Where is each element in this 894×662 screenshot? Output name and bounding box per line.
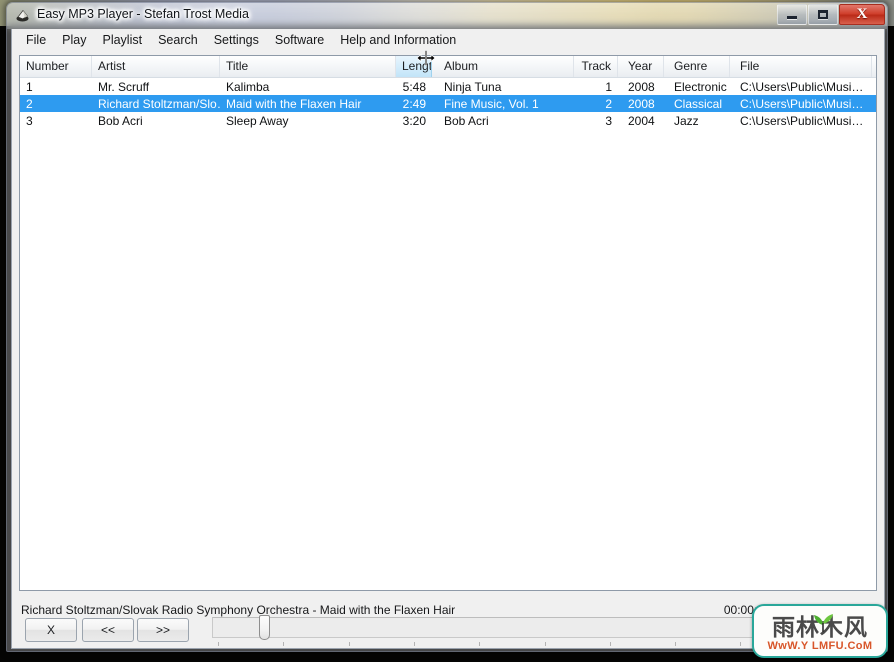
table-row[interactable]: 2 Richard Stoltzman/Slo… Maid with the Fla… xyxy=(20,95,876,112)
cell-file: C:\Users\Public\Musi… xyxy=(740,79,864,94)
slider-tick xyxy=(675,642,677,646)
cell-title: Sleep Away xyxy=(226,113,289,128)
playlist-header-row: NumberArtistTitleLengthAlbumTrackYearGen… xyxy=(20,56,876,78)
cell-album: Bob Acri xyxy=(444,113,489,128)
cell-genre: Jazz xyxy=(674,113,699,128)
column-header-year[interactable]: Year xyxy=(618,56,664,77)
client-area: File Play Playlist Search Settings Software He… xyxy=(11,29,885,649)
cell-title: Maid with the Flaxen Hair xyxy=(226,96,362,111)
slider-tick xyxy=(218,642,219,646)
window-controls: X xyxy=(777,4,885,25)
menu-item-search[interactable]: Search xyxy=(150,31,206,49)
menu-item-playlist[interactable]: Playlist xyxy=(94,31,150,49)
cell-artist: Mr. Scruff xyxy=(98,79,150,94)
cell-length: 2:49 xyxy=(402,96,426,111)
application-window: Easy MP3 Player - Stefan Trost Media X F… xyxy=(6,2,888,652)
cell-length: 3:20 xyxy=(402,113,426,128)
leaf-icon xyxy=(814,614,833,632)
table-row[interactable]: 3 Bob Acri Sleep Away 3:20 Bob Acri 3 2004 Jazz… xyxy=(20,112,876,129)
cell-year: 2008 xyxy=(628,96,655,111)
cell-file: C:\Users\Public\Musi… xyxy=(740,96,864,111)
maximize-icon xyxy=(818,10,828,19)
column-header-title[interactable]: Title xyxy=(220,56,396,77)
playlist-listview[interactable]: NumberArtistTitleLengthAlbumTrackYearGen… xyxy=(19,55,877,591)
slider-tick xyxy=(348,642,350,646)
column-header-file[interactable]: File xyxy=(730,56,872,77)
menu-item-help-and-information[interactable]: Help and Information xyxy=(332,31,464,49)
slider-tick xyxy=(740,642,742,646)
cell-artist: Richard Stoltzman/Slo… xyxy=(98,96,220,111)
cell-artist: Bob Acri xyxy=(98,113,143,128)
cell-number: 1 xyxy=(26,79,33,94)
title-bar[interactable]: Easy MP3 Player - Stefan Trost Media X xyxy=(7,3,887,29)
cell-length: 5:48 xyxy=(402,79,426,94)
cell-year: 2008 xyxy=(628,79,655,94)
cell-album: Fine Music, Vol. 1 xyxy=(444,96,539,111)
slider-tick xyxy=(479,642,481,646)
column-header-artist[interactable]: Artist xyxy=(92,56,220,77)
window-title: Easy MP3 Player - Stefan Trost Media xyxy=(37,7,249,21)
cell-album: Ninja Tuna xyxy=(444,79,502,94)
cell-track: 3 xyxy=(605,113,612,128)
column-header-number[interactable]: Number xyxy=(20,56,92,77)
maximize-button[interactable] xyxy=(808,4,838,25)
app-icon xyxy=(16,9,29,22)
menu-item-settings[interactable]: Settings xyxy=(206,31,267,49)
seek-slider-thumb[interactable] xyxy=(258,615,270,640)
menu-item-software[interactable]: Software xyxy=(267,31,332,49)
table-row[interactable]: 1 Mr. Scruff Kalimba 5:48 Ninja Tuna 1 2008 Ele… xyxy=(20,78,876,95)
previous-button[interactable]: << xyxy=(82,618,134,642)
column-header-genre[interactable]: Genre xyxy=(664,56,730,77)
column-header-length[interactable]: Length xyxy=(396,56,432,77)
minimize-button[interactable] xyxy=(777,4,807,25)
column-header-track[interactable]: Track xyxy=(574,56,618,77)
watermark-url: WwW.Y LMFU.CoM xyxy=(767,640,873,652)
cell-genre: Electronic xyxy=(674,79,727,94)
cell-year: 2004 xyxy=(628,113,655,128)
close-button[interactable]: X xyxy=(839,4,885,25)
slider-tick xyxy=(544,642,546,646)
close-icon: X xyxy=(856,6,868,22)
stop-button[interactable]: X xyxy=(25,618,77,642)
menu-item-play[interactable]: Play xyxy=(54,31,94,49)
slider-tick xyxy=(283,642,285,646)
cell-title: Kalimba xyxy=(226,79,270,94)
minimize-icon xyxy=(787,16,797,19)
cell-number: 3 xyxy=(26,113,33,128)
menu-bar: File Play Playlist Search Settings Software He… xyxy=(12,29,884,50)
cell-number: 2 xyxy=(26,96,33,111)
cell-track: 2 xyxy=(605,96,612,111)
column-header-album[interactable]: Album xyxy=(432,56,574,77)
cell-track: 1 xyxy=(605,79,612,94)
cell-file: C:\Users\Public\Musi… xyxy=(740,113,864,128)
menu-item-file[interactable]: File xyxy=(18,31,54,49)
slider-tick xyxy=(609,642,611,646)
playlist-rows: 1 Mr. Scruff Kalimba 5:48 Ninja Tuna 1 2008 Ele… xyxy=(20,78,876,129)
cell-genre: Classical xyxy=(674,96,723,111)
slider-tick xyxy=(413,642,415,646)
site-watermark: 雨林木风 WwW.Y LMFU.CoM xyxy=(752,604,888,658)
next-button[interactable]: >> xyxy=(137,618,189,642)
